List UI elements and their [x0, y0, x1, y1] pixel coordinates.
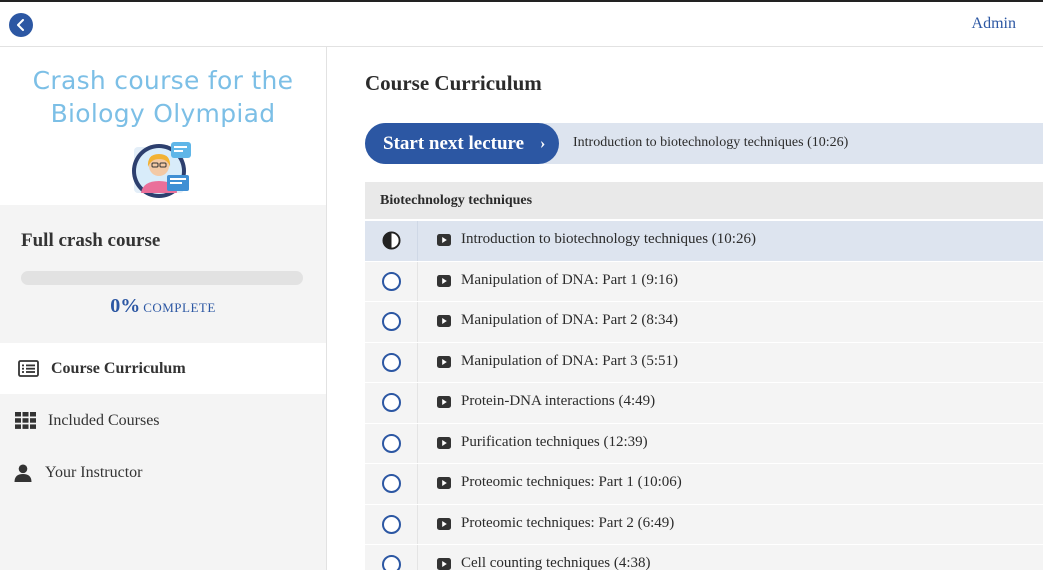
- lecture-status: [365, 221, 418, 261]
- sidebar: Crash course for the Biology Olympiad Fu…: [0, 47, 327, 570]
- lecture-list: Introduction to biotechnology techniques…: [365, 221, 1043, 570]
- progress-bar: [21, 271, 303, 285]
- course-logo-icon: [132, 142, 191, 198]
- next-lecture-bar: Start next lecture › Introduction to bio…: [365, 123, 1043, 164]
- page-title: Course Curriculum: [365, 71, 542, 95]
- lecture-row[interactable]: Manipulation of DNA: Part 1 (9:16): [365, 261, 1043, 301]
- chevron-right-icon: ›: [540, 134, 546, 152]
- progress-percent: 0%: [110, 295, 141, 317]
- lecture-status: [365, 302, 418, 342]
- section-title: Full crash course: [21, 230, 161, 251]
- lecture-row[interactable]: Introduction to biotechnology techniques…: [365, 221, 1043, 261]
- chevron-left-icon: [17, 19, 24, 31]
- lecture-row[interactable]: Proteomic techniques: Part 1 (10:06): [365, 464, 1043, 504]
- circle-icon: [381, 352, 401, 372]
- lecture-row[interactable]: Purification techniques (12:39): [365, 423, 1043, 463]
- nav-included-courses[interactable]: Included Courses: [0, 395, 326, 446]
- circle-icon: [381, 514, 401, 534]
- nav-label-included-courses: Included Courses: [48, 411, 160, 429]
- lecture-title: Protein-DNA interactions (4:49): [461, 393, 656, 409]
- progress-label: 0% COMPLETE: [0, 295, 326, 318]
- lecture-title: Manipulation of DNA: Part 3 (5:51): [461, 352, 679, 369]
- lecture-title: Manipulation of DNA: Part 2 (8:34): [461, 312, 679, 328]
- nav-label-your-instructor: Your Instructor: [45, 463, 143, 481]
- progress-section: Full crash course 0% COMPLETE: [0, 205, 326, 343]
- admin-link[interactable]: Admin: [972, 15, 1016, 33]
- start-next-lecture-label: Start next lecture: [383, 132, 525, 154]
- lecture-title: Proteomic techniques: Part 1 (10:06): [461, 474, 682, 490]
- circle-icon: [381, 474, 401, 494]
- grid-icon: [14, 411, 36, 431]
- lecture-row[interactable]: Manipulation of DNA: Part 2 (8:34): [365, 302, 1043, 342]
- half-circle-icon: [381, 231, 401, 250]
- lecture-status: [365, 423, 418, 463]
- circle-icon: [381, 555, 401, 570]
- lecture-status: [365, 261, 418, 301]
- lecture-row[interactable]: Protein-DNA interactions (4:49): [365, 383, 1043, 423]
- lecture-title: Purification techniques (12:39): [461, 433, 648, 450]
- lecture-status: [365, 383, 418, 423]
- nav-your-instructor[interactable]: Your Instructor: [0, 447, 326, 498]
- nav-course-curriculum[interactable]: Course Curriculum: [0, 343, 326, 394]
- lecture-row[interactable]: Cell counting techniques (4:38): [365, 545, 1043, 570]
- course-title-line-2: Biology Olympiad: [50, 99, 276, 128]
- lecture-row[interactable]: Manipulation of DNA: Part 3 (5:51): [365, 342, 1043, 382]
- lecture-status: [365, 504, 418, 544]
- lecture-status: [365, 342, 418, 382]
- lecture-title: Manipulation of DNA: Part 1 (9:16): [461, 271, 679, 288]
- course-header: Crash course for the Biology Olympiad: [0, 47, 326, 205]
- user-icon: [12, 463, 34, 483]
- start-next-lecture-button[interactable]: Start next lecture ›: [365, 123, 559, 164]
- section-header: Biotechnology techniques: [365, 182, 1043, 219]
- nav-label-course-curriculum: Course Curriculum: [51, 359, 186, 377]
- list-icon: [17, 359, 39, 379]
- next-lecture-title: Introduction to biotechnology techniques…: [573, 135, 849, 150]
- lecture-status: [365, 545, 418, 570]
- circle-icon: [381, 312, 401, 332]
- circle-icon: [381, 433, 401, 453]
- back-button[interactable]: [9, 13, 33, 37]
- circle-icon: [381, 393, 401, 413]
- main-content: Course Curriculum Start next lecture › I…: [327, 47, 1043, 570]
- course-title-line-1: Crash course for the: [32, 66, 294, 95]
- lecture-status: [365, 464, 418, 504]
- circle-icon: [381, 271, 401, 291]
- lecture-title: Cell counting techniques (4:38): [461, 555, 651, 570]
- top-bar: Admin: [0, 0, 1043, 47]
- lecture-title: Introduction to biotechnology techniques…: [461, 231, 756, 247]
- lecture-title: Proteomic techniques: Part 2 (6:49): [461, 514, 675, 531]
- course-title: Crash course for the Biology Olympiad: [0, 64, 326, 130]
- lecture-row[interactable]: Proteomic techniques: Part 2 (6:49): [365, 504, 1043, 544]
- progress-complete-label: COMPLETE: [143, 300, 216, 315]
